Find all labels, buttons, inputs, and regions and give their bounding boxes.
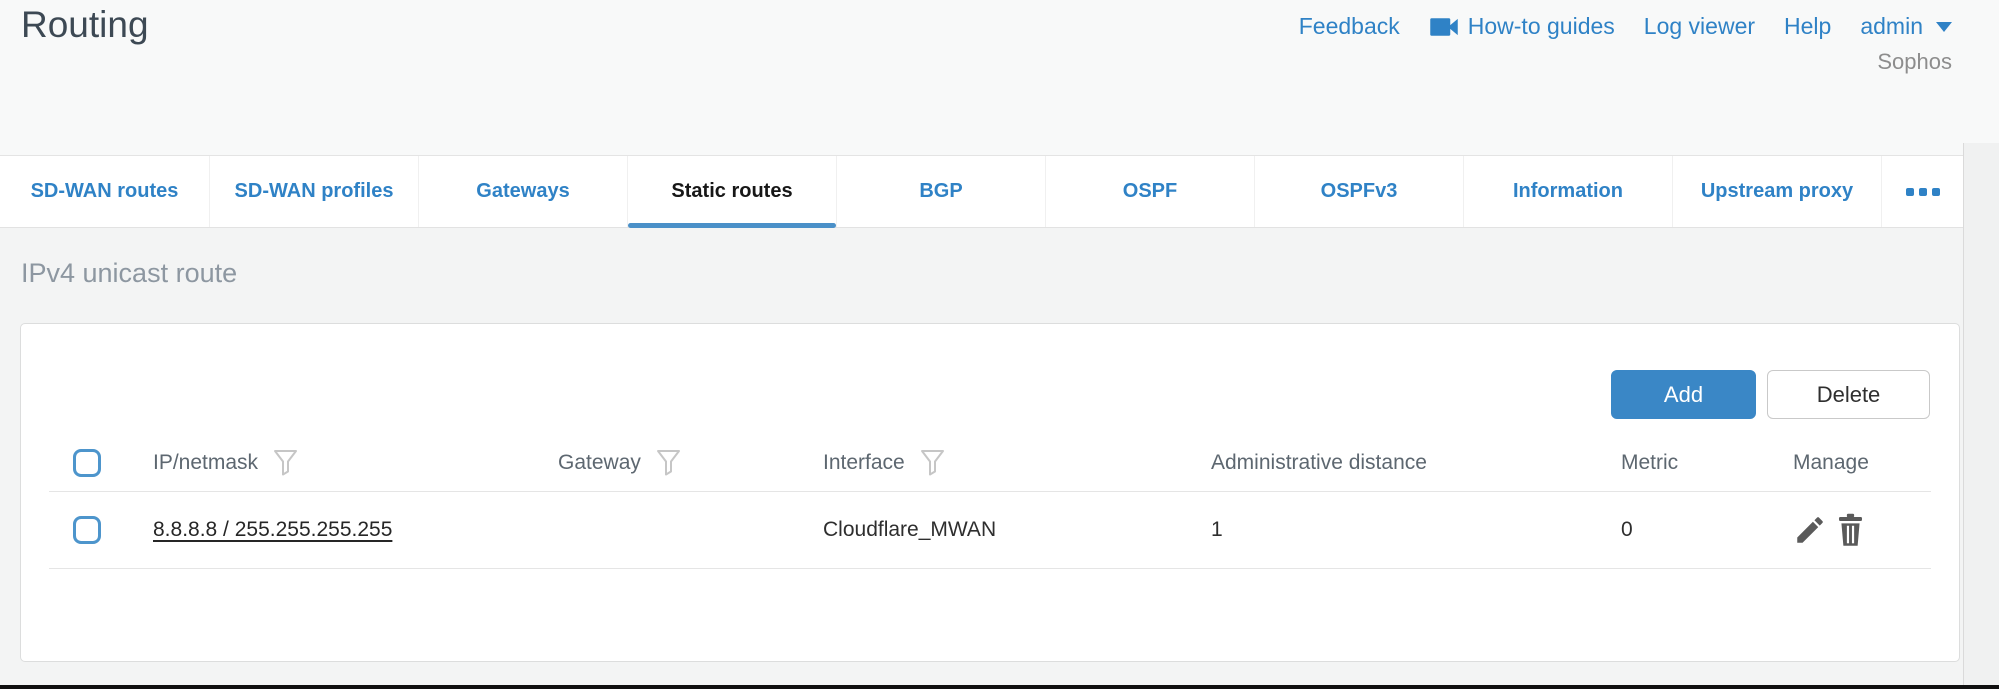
more-tabs-button[interactable] — [1881, 156, 1963, 227]
column-header-gateway: Gateway — [558, 451, 641, 475]
funnel-icon[interactable] — [273, 449, 298, 477]
help-label: Help — [1784, 13, 1831, 40]
top-nav: Feedback How-to guides Log viewer Help a… — [1299, 13, 1952, 40]
feedback-link[interactable]: Feedback — [1299, 13, 1400, 40]
column-header-ip-netmask: IP/netmask — [153, 451, 258, 475]
howto-guides-label: How-to guides — [1468, 13, 1615, 40]
routing-tab-bar: SD-WAN routes SD-WAN profiles Gateways S… — [0, 155, 1963, 228]
ellipsis-icon — [1932, 188, 1940, 196]
route-metric-value: 0 — [1621, 518, 1783, 542]
route-ip-netmask-link[interactable]: 8.8.8.8 / 255.255.255.255 — [153, 518, 392, 541]
table-actions: Add Delete — [1611, 370, 1930, 419]
ipv4-unicast-route-card: Add Delete IP/netmask Gateway Interface — [20, 323, 1960, 662]
column-header-manage: Manage — [1793, 451, 1869, 475]
add-button[interactable]: Add — [1611, 370, 1756, 419]
user-menu-label: admin — [1860, 13, 1923, 40]
tab-sdwan-routes[interactable]: SD-WAN routes — [0, 156, 209, 227]
routes-table: IP/netmask Gateway Interface Administrat… — [49, 434, 1931, 569]
user-menu[interactable]: admin — [1860, 13, 1952, 40]
tab-upstream-proxy[interactable]: Upstream proxy — [1672, 156, 1881, 227]
page-title: Routing — [21, 4, 149, 46]
section-heading: IPv4 unicast route — [21, 258, 237, 289]
delete-button[interactable]: Delete — [1767, 370, 1930, 419]
scrollbar-track[interactable] — [1963, 143, 1999, 685]
ellipsis-icon — [1906, 188, 1914, 196]
tab-information[interactable]: Information — [1463, 156, 1672, 227]
feedback-label: Feedback — [1299, 13, 1400, 40]
howto-guides-link[interactable]: How-to guides — [1429, 13, 1615, 40]
row-select-checkbox[interactable] — [73, 516, 101, 544]
tab-sdwan-profiles[interactable]: SD-WAN profiles — [209, 156, 418, 227]
route-interface-value: Cloudflare_MWAN — [823, 518, 1211, 542]
tab-ospfv3[interactable]: OSPFv3 — [1254, 156, 1463, 227]
column-header-interface: Interface — [823, 451, 905, 475]
column-header-administrative-distance: Administrative distance — [1211, 451, 1427, 475]
route-administrative-distance-value: 1 — [1211, 518, 1621, 542]
trash-icon[interactable] — [1836, 513, 1865, 547]
ellipsis-icon — [1919, 188, 1927, 196]
select-all-checkbox[interactable] — [73, 449, 101, 477]
brand-label: Sophos — [1877, 49, 1952, 75]
table-header-row: IP/netmask Gateway Interface Administrat… — [49, 434, 1931, 491]
bottom-edge-bar — [0, 685, 1999, 689]
tab-static-routes[interactable]: Static routes — [627, 156, 836, 227]
log-viewer-link[interactable]: Log viewer — [1644, 13, 1755, 40]
video-camera-icon — [1429, 15, 1459, 39]
caret-down-icon — [1936, 22, 1952, 32]
table-row: 8.8.8.8 / 255.255.255.255 Cloudflare_MWA… — [49, 491, 1931, 569]
log-viewer-label: Log viewer — [1644, 13, 1755, 40]
tab-bgp[interactable]: BGP — [836, 156, 1045, 227]
tab-gateways[interactable]: Gateways — [418, 156, 627, 227]
pencil-icon[interactable] — [1793, 513, 1827, 547]
tab-ospf[interactable]: OSPF — [1045, 156, 1254, 227]
funnel-icon[interactable] — [656, 449, 681, 477]
column-header-metric: Metric — [1621, 451, 1678, 475]
help-link[interactable]: Help — [1784, 13, 1831, 40]
funnel-icon[interactable] — [920, 449, 945, 477]
